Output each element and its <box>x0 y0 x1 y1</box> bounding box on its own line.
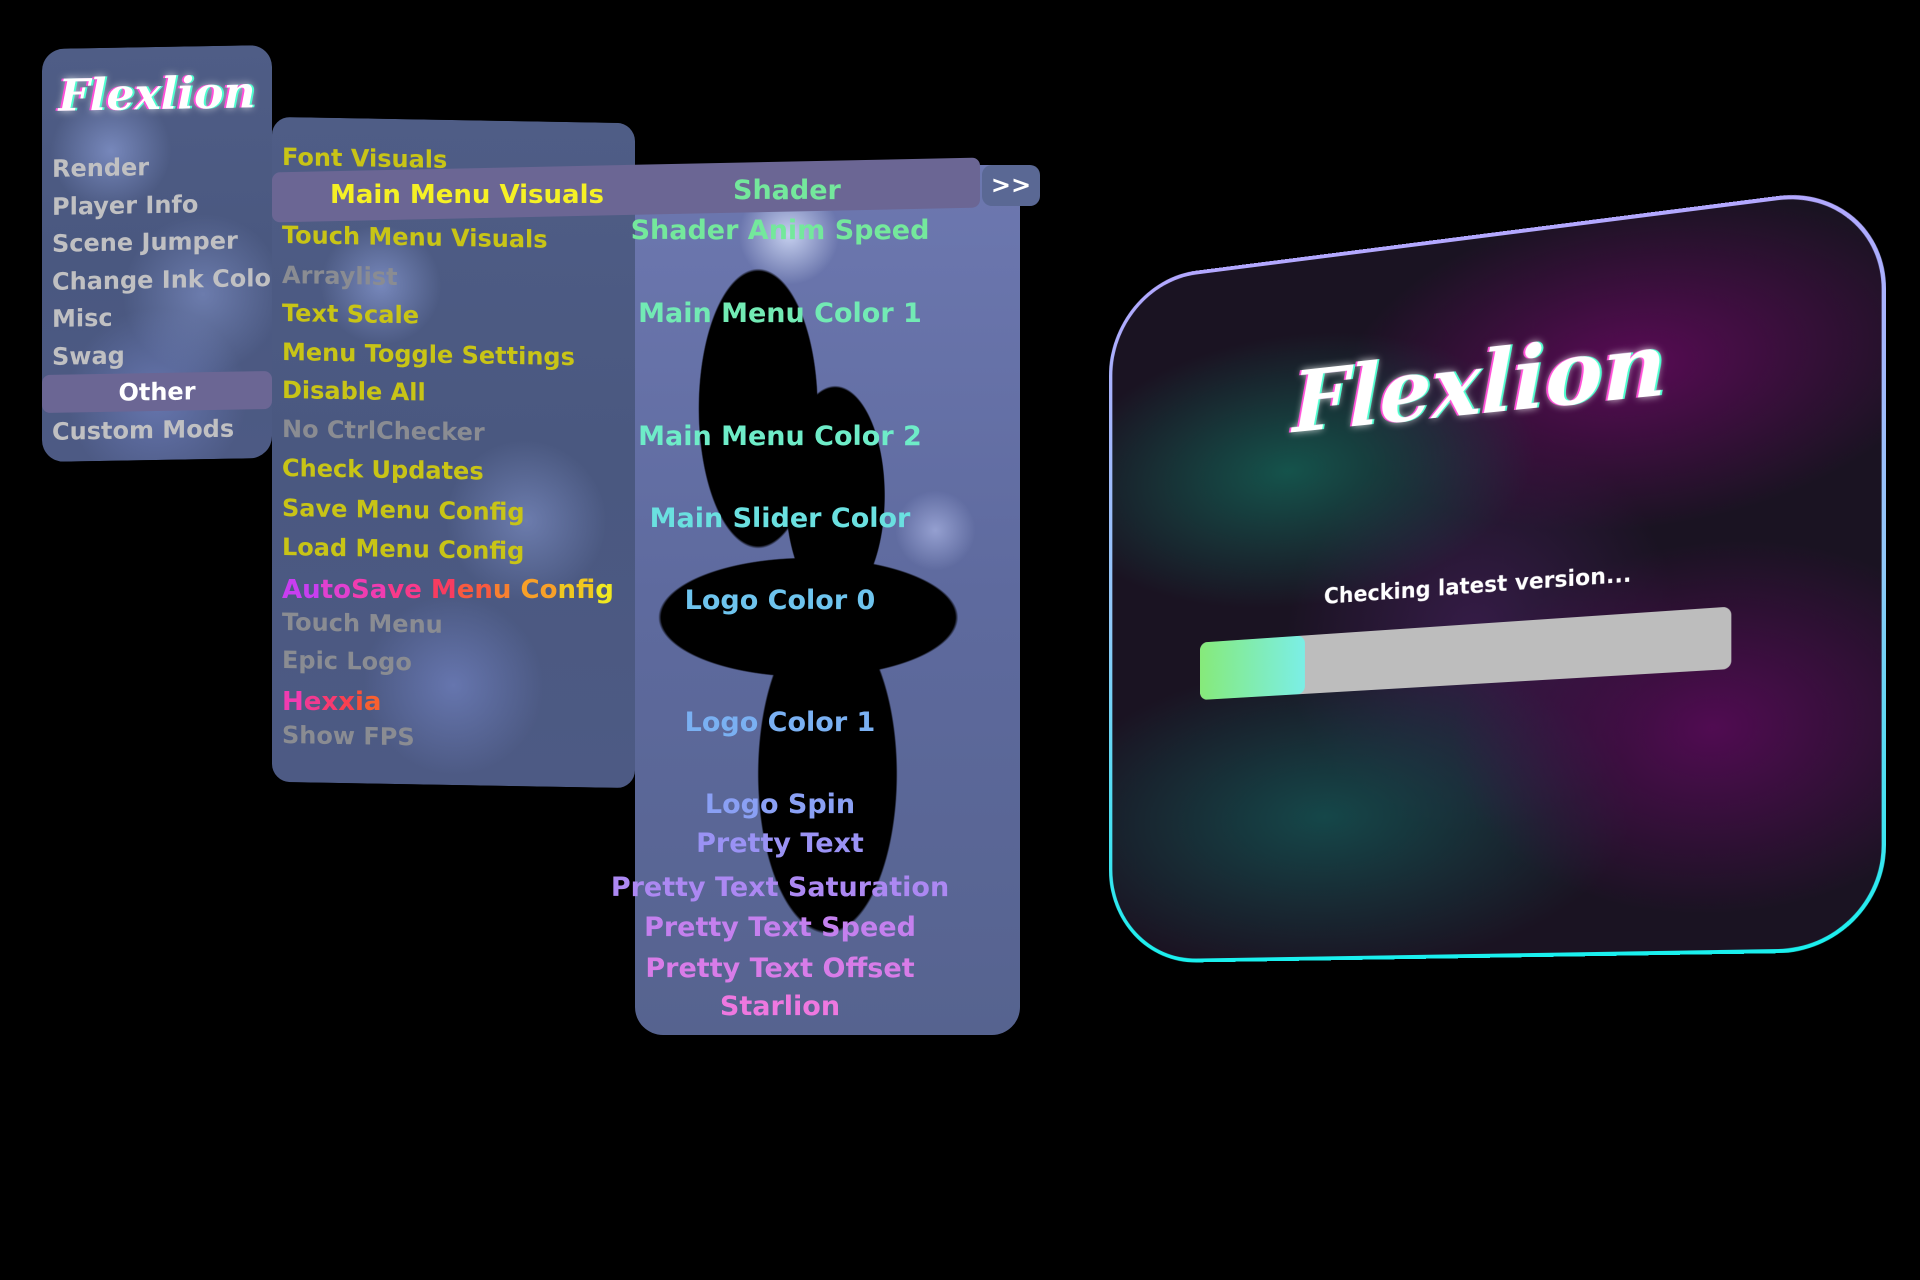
rainbow-char: x <box>321 687 339 717</box>
rainbow-char: t <box>320 575 334 605</box>
rainbow-char: n <box>557 575 576 605</box>
option-save-menu-config[interactable]: Save Menu Config <box>282 493 525 527</box>
rainbow-char: o <box>333 575 351 605</box>
option-hexxia[interactable]: Hexxia <box>282 687 381 717</box>
rainbow-char: v <box>387 575 405 605</box>
option-epic-logo[interactable]: Epic Logo <box>282 645 412 677</box>
option-touch-menu[interactable]: Touch Menu <box>282 607 443 640</box>
rainbow-char: x <box>338 687 355 717</box>
category-other-label: Other <box>118 377 196 407</box>
option-main-slider-color[interactable]: Main Slider Color <box>600 503 960 534</box>
flexlion-logo: Flexlion <box>58 67 256 122</box>
rainbow-char: o <box>539 575 558 605</box>
option-main-menu-color-2[interactable]: Main Menu Color 2 <box>600 421 960 452</box>
option-logo-spin[interactable]: Logo Spin <box>600 789 960 820</box>
rainbow-char: a <box>369 575 388 605</box>
category-change-ink-color[interactable]: Change Ink Color <box>52 263 283 297</box>
rainbow-char: e <box>303 687 322 717</box>
next-page-button[interactable]: >> <box>982 165 1040 206</box>
rainbow-char: f <box>575 575 596 605</box>
progress-bar-fill <box>1199 635 1305 701</box>
option-logo-color-1[interactable]: Logo Color 1 <box>600 707 960 738</box>
update-checker-window: Flexlion Checking latest version... <box>1108 182 1887 964</box>
option-pretty-text-speed[interactable]: Pretty Text Speed <box>600 912 960 943</box>
rainbow-char: M <box>430 575 457 605</box>
rainbow-char: u <box>492 575 512 605</box>
rainbow-char <box>422 575 431 605</box>
rainbow-char: u <box>302 575 321 605</box>
option-no-ctrlchecker[interactable]: No CtrlChecker <box>282 414 485 448</box>
option-logo-color-0[interactable]: Logo Color 0 <box>600 585 960 616</box>
option-autosave-menu-config[interactable]: AutoSave Menu Config <box>282 575 614 605</box>
category-custom-mods[interactable]: Custom Mods <box>52 414 234 447</box>
option-show-fps[interactable]: Show FPS <box>282 720 415 752</box>
option-pretty-text-saturation[interactable]: Pretty Text Saturation <box>600 872 960 903</box>
option-main-menu-visuals-selected[interactable]: Main Menu Visuals <box>330 180 604 210</box>
option-main-menu-color-1[interactable]: Main Menu Color 1 <box>600 298 960 329</box>
main-category-panel: Flexlion Render Player Info Scene Jumper… <box>42 44 283 463</box>
option-shader-anim-speed[interactable]: Shader Anim Speed <box>600 215 960 246</box>
option-menu-toggle-settings[interactable]: Menu Toggle Settings <box>282 337 575 372</box>
option-pretty-text-offset[interactable]: Pretty Text Offset <box>600 953 960 984</box>
option-shader-selected[interactable]: Shader <box>733 175 841 206</box>
rainbow-char: C <box>520 575 540 605</box>
rainbow-char: a <box>363 687 382 717</box>
rainbow-char: e <box>456 575 475 605</box>
rainbow-char: S <box>350 575 370 605</box>
rainbow-char: e <box>404 575 422 605</box>
option-pretty-text[interactable]: Pretty Text <box>600 828 960 859</box>
category-render[interactable]: Render <box>52 152 149 184</box>
category-scene-jumper[interactable]: Scene Jumper <box>52 226 238 259</box>
option-load-menu-config[interactable]: Load Menu Config <box>282 532 524 566</box>
option-disable-all[interactable]: Disable All <box>282 375 426 408</box>
option-touch-menu-visuals[interactable]: Touch Menu Visuals <box>282 220 548 255</box>
option-text-scale[interactable]: Text Scale <box>282 298 419 330</box>
rainbow-char: H <box>282 687 304 717</box>
rainbow-char: n <box>474 575 493 605</box>
update-checker-background: Flexlion Checking latest version... <box>1112 186 1882 960</box>
option-starlion[interactable]: Starlion <box>600 991 960 1022</box>
category-other-selected[interactable]: Other <box>42 370 272 414</box>
flexlion-logo-large: Flexlion <box>1292 312 1667 453</box>
status-text: Checking latest version... <box>1323 562 1632 610</box>
category-player-info[interactable]: Player Info <box>52 189 198 222</box>
rainbow-char: i <box>354 687 364 717</box>
progress-bar <box>1199 606 1732 701</box>
option-check-updates[interactable]: Check Updates <box>282 453 484 487</box>
rainbow-char: A <box>282 575 303 605</box>
option-arraylist[interactable]: Arraylist <box>282 260 398 292</box>
category-swag[interactable]: Swag <box>52 341 125 372</box>
category-misc[interactable]: Misc <box>52 303 113 334</box>
rainbow-char <box>511 575 520 605</box>
